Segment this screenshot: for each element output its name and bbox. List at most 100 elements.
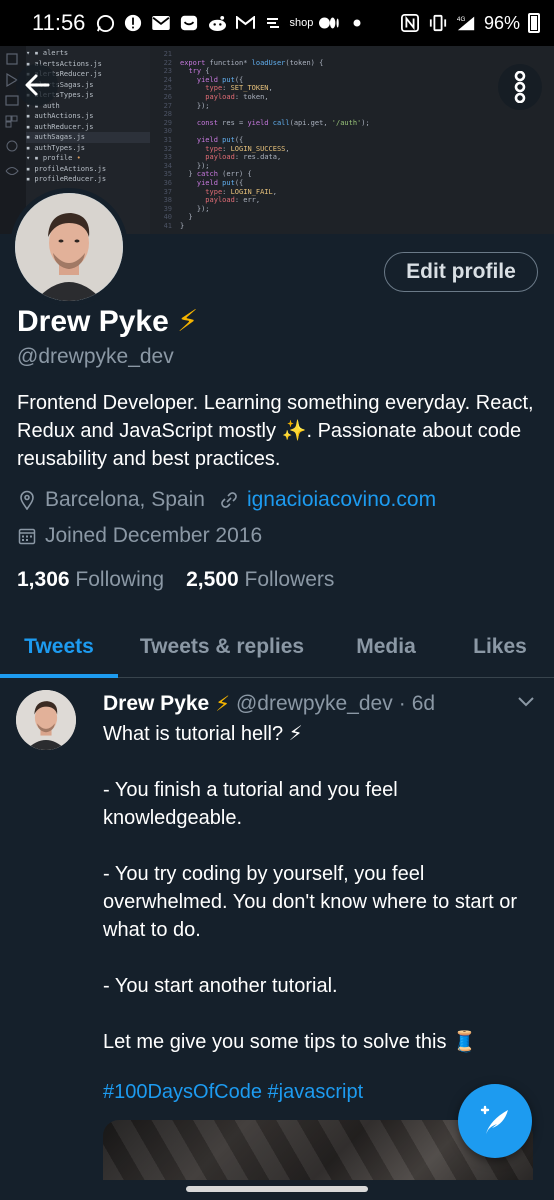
tree-folder: ▾ ▪ alerts	[26, 49, 69, 57]
shop-label: shop	[289, 17, 314, 29]
home-gesture-pill[interactable]	[186, 1186, 368, 1192]
compose-tweet-button[interactable]	[458, 1084, 532, 1158]
code-line: payload: token,	[205, 92, 269, 101]
followers-link[interactable]: 2,500 Followers	[186, 568, 334, 592]
code-line: export function* loadUser(token) {	[180, 58, 324, 67]
line-number: 30	[163, 127, 172, 136]
following-count: 1,306	[17, 568, 70, 591]
profile-handle: @drewpyke_dev	[17, 345, 174, 368]
code-line: type: LOGIN_FAIL,	[205, 187, 277, 196]
line-number: 21	[163, 50, 172, 58]
transfer-icon	[263, 14, 283, 32]
code-line: });	[180, 204, 210, 213]
tweet-line: What is tutorial hell? ⚡	[103, 723, 303, 745]
alert-icon	[123, 14, 143, 32]
line-number: 39	[163, 204, 172, 213]
profile-display-name: Drew Pyke ⚡	[17, 304, 198, 339]
tweet-author-name[interactable]: Drew Pyke	[103, 692, 209, 717]
more-options-button[interactable]	[498, 64, 542, 110]
line-number: 28	[163, 110, 172, 119]
tree-file: ▪ authSagas.js	[26, 132, 150, 143]
profile-avatar[interactable]	[10, 188, 128, 306]
whatsapp-icon	[95, 14, 115, 32]
code-line: payload: err,	[205, 196, 261, 205]
tweet-line: - You finish a tutorial and you feel kno…	[103, 779, 398, 829]
store-icon	[179, 14, 199, 32]
tree-file: ▪ authActions.js	[26, 112, 94, 120]
edit-profile-button[interactable]: Edit profile	[384, 252, 538, 292]
code-line: try {	[188, 67, 210, 76]
tree-file: ▪ authReducer.js	[26, 122, 94, 131]
code-view: export function* loadUser(token) { try {…	[180, 46, 370, 234]
tweet-header: Drew Pyke ⚡ @drewpyke_dev · 6d	[103, 692, 435, 717]
battery-percent: 96%	[483, 12, 520, 33]
profile-tabs: Tweets Tweets & replies Media Likes	[0, 616, 554, 678]
chevron-down-icon	[518, 697, 534, 707]
tree-file: ▪ profileActions.js	[26, 164, 107, 173]
tab-likes[interactable]: Likes	[446, 616, 554, 677]
code-line: }	[180, 213, 193, 222]
tab-tweets[interactable]: Tweets	[0, 616, 118, 678]
followers-count: 2,500	[186, 568, 239, 591]
line-number: 24	[163, 75, 172, 84]
tree-file: ▪ profileReducer.js	[26, 175, 107, 183]
line-number: 26	[163, 92, 172, 101]
tweet-timestamp[interactable]: 6d	[412, 692, 435, 717]
tweet-text: What is tutorial hell? ⚡ - You finish a …	[103, 720, 533, 1134]
notification-icons: shop	[95, 14, 367, 32]
profile-meta-location-row: Barcelona, Spain ignacioiacovino.com	[17, 488, 436, 512]
code-line: });	[180, 161, 210, 170]
line-number: 31	[163, 135, 172, 144]
link-icon	[219, 491, 239, 509]
line-number: 23	[163, 67, 172, 76]
reddit-icon	[207, 14, 227, 32]
follow-stats: 1,306 Following 2,500 Followers	[17, 568, 334, 592]
line-numbers: 21 22 23 24 25 26 27 28 29 30 31 32 33 34 35 36 37 38 39 40…	[150, 46, 172, 234]
following-label: Following	[75, 568, 165, 591]
location-text: Barcelona, Spain	[45, 488, 205, 511]
line-number: 33	[163, 153, 172, 162]
tree-file: ▪ authTypes.js	[26, 143, 86, 152]
signal-icon: 4G	[456, 14, 476, 32]
line-number: 41	[163, 221, 172, 230]
line-number: 37	[163, 187, 172, 196]
vibrate-icon	[428, 14, 448, 32]
profile-meta-joined-row: Joined December 2016	[17, 524, 262, 548]
profile-bio: Frontend Developer. Learning something e…	[17, 392, 534, 470]
code-line: type: LOGIN_SUCCESS,	[205, 144, 290, 153]
code-line: type: SET_TOKEN,	[205, 84, 273, 93]
back-button[interactable]	[16, 64, 58, 106]
joined-text: Joined December 2016	[45, 524, 263, 547]
line-number: 29	[163, 118, 172, 127]
line-number: 25	[163, 84, 172, 93]
code-line: }	[180, 221, 185, 230]
tab-tweets-and-replies[interactable]: Tweets & replies	[118, 616, 326, 677]
profile-name-text: Drew Pyke	[17, 305, 169, 338]
tweet-avatar[interactable]	[16, 690, 76, 750]
more-vertical-icon	[514, 71, 526, 103]
bolt-emoji: ⚡	[177, 305, 199, 338]
line-number: 38	[163, 196, 172, 205]
tweet-line: - You try coding by yourself, you feel o…	[103, 863, 518, 941]
dot-icon	[347, 14, 367, 32]
medium-icon	[319, 14, 340, 32]
code-line: yield put({	[196, 178, 244, 187]
line-number: 36	[163, 178, 172, 187]
line-number: 32	[163, 144, 172, 153]
code-line: } catch (err) {	[180, 170, 252, 179]
status-time: 11:56	[32, 10, 86, 35]
following-link[interactable]: 1,306 Following	[17, 568, 164, 592]
line-number: 40	[163, 213, 172, 222]
code-line: yield put({	[196, 75, 244, 84]
website-link[interactable]: ignacioiacovino.com	[247, 488, 436, 512]
line-number: 27	[163, 101, 172, 110]
status-bar: 11:56 shop 4G 96%	[0, 0, 554, 46]
code-line: yield put({	[196, 135, 244, 144]
nfc-icon	[400, 14, 420, 32]
tab-media[interactable]: Media	[326, 616, 446, 677]
tweet-options-button[interactable]	[514, 692, 538, 713]
svg-text:4G: 4G	[457, 16, 466, 23]
location-pin-icon	[17, 490, 37, 510]
